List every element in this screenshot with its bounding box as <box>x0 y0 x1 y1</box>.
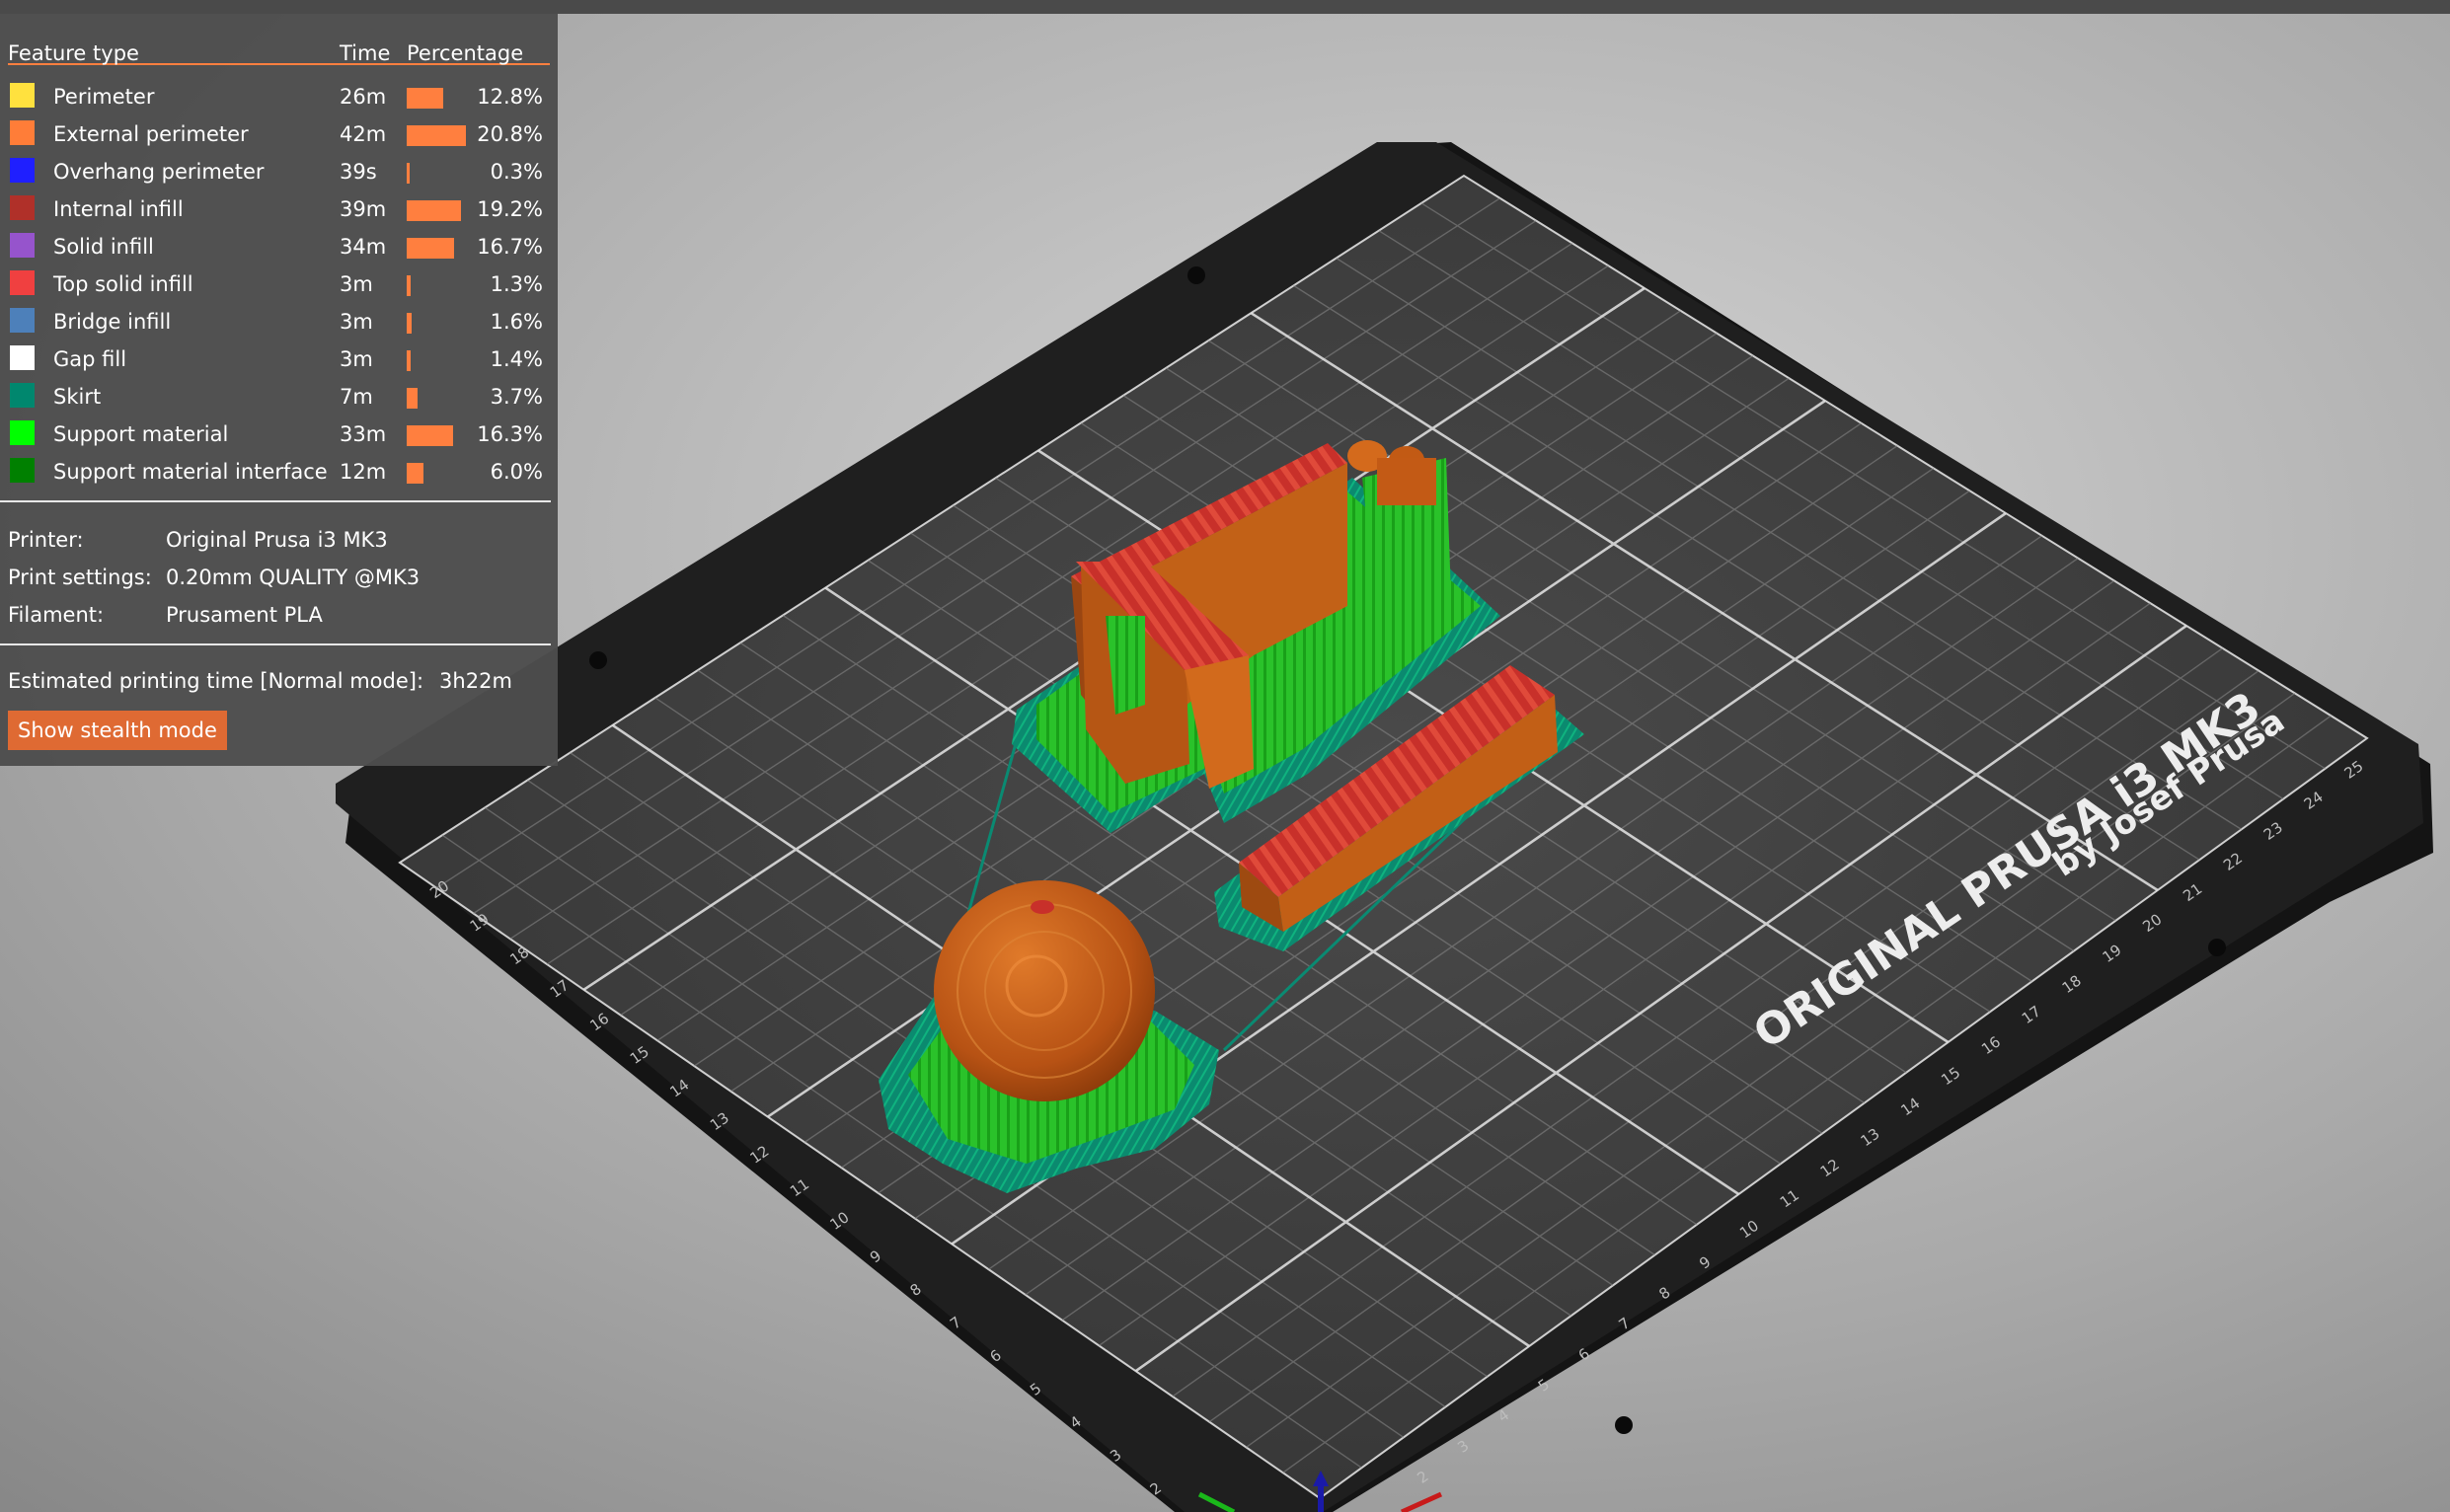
print-info: Printer: Original Prusa i3 MK3 Print set… <box>8 520 551 633</box>
legend-percentage-bar <box>407 275 411 296</box>
bed-hole <box>589 651 607 669</box>
legend-color-swatch <box>10 120 35 145</box>
legend-percentage-value: 16.3% <box>477 422 543 446</box>
estimated-time: Estimated printing time [Normal mode]: 3h… <box>8 669 512 693</box>
legend-time-value: 3m <box>340 272 373 296</box>
legend-feature-label: Perimeter <box>53 85 155 109</box>
legend-panel: Feature type Time Percentage Perimeter 26… <box>0 14 558 766</box>
legend-feature-label: Bridge infill <box>53 310 172 334</box>
legend-feature-label: Top solid infill <box>53 272 193 296</box>
legend-time-value: 26m <box>340 85 387 109</box>
legend-percentage-value: 1.4% <box>490 347 543 371</box>
legend-row: Overhang perimeter 39s 0.3% <box>0 150 558 188</box>
legend-row: Support material interface 12m 6.0% <box>0 450 558 488</box>
legend-percentage-bar <box>407 463 423 484</box>
info-value: 0.20mm QUALITY @MK3 <box>166 566 421 589</box>
legend-feature-label: Gap fill <box>53 347 127 371</box>
legend-time-value: 34m <box>340 235 387 259</box>
legend-time-value: 12m <box>340 460 387 484</box>
estimated-time-value: 3h22m <box>439 669 512 693</box>
legend-percentage-bar <box>407 163 410 184</box>
legend-row: Solid infill 34m 16.7% <box>0 225 558 263</box>
legend-time-value: 39m <box>340 197 387 221</box>
legend-header-feature: Feature type <box>8 41 139 65</box>
sphere-top-hole <box>1031 900 1054 914</box>
bed-hole <box>2208 939 2226 956</box>
legend-time-value: 33m <box>340 422 387 446</box>
legend-divider <box>0 500 551 502</box>
legend-row: External perimeter 42m 20.8% <box>0 113 558 150</box>
legend-percentage-value: 1.6% <box>490 310 543 334</box>
legend-rows: Perimeter 26m 12.8% External perimeter 42m 20… <box>0 75 558 488</box>
info-key: Print settings: <box>8 566 152 589</box>
bed-hole <box>1615 1416 1633 1434</box>
legend-percentage-bar <box>407 88 443 109</box>
legend-time-value: 3m <box>340 310 373 334</box>
legend-color-swatch <box>10 458 35 483</box>
legend-feature-label: Overhang perimeter <box>53 160 265 184</box>
legend-header-percentage: Percentage <box>407 41 524 65</box>
info-divider <box>0 643 551 645</box>
legend-row: Skirt 7m 3.7% <box>0 375 558 413</box>
legend-percentage-bar <box>407 313 412 334</box>
info-row-print-settings: Print settings: 0.20mm QUALITY @MK3 <box>8 558 551 595</box>
bed-hole <box>1187 266 1205 284</box>
legend-row: Support material 33m 16.3% <box>0 413 558 450</box>
estimated-time-label: Estimated printing time [Normal mode]: <box>8 669 424 693</box>
legend-feature-label: Solid infill <box>53 235 154 259</box>
legend-color-swatch <box>10 83 35 108</box>
legend-percentage-value: 6.0% <box>490 460 543 484</box>
legend-time-value: 39s <box>340 160 377 184</box>
legend-percentage-bar <box>407 125 466 146</box>
legend-percentage-value: 12.8% <box>477 85 543 109</box>
top-toolbar-strip <box>0 0 2450 14</box>
legend-time-value: 7m <box>340 385 373 409</box>
legend-feature-label: Internal infill <box>53 197 184 221</box>
legend-feature-label: External perimeter <box>53 122 249 146</box>
legend-color-swatch <box>10 308 35 333</box>
legend-color-swatch <box>10 345 35 370</box>
info-key: Filament: <box>8 603 105 627</box>
legend-row: Perimeter 26m 12.8% <box>0 75 558 113</box>
legend-row: Bridge infill 3m 1.6% <box>0 300 558 338</box>
legend-color-swatch <box>10 420 35 445</box>
legend-color-swatch <box>10 233 35 258</box>
legend-percentage-value: 1.3% <box>490 272 543 296</box>
legend-time-value: 3m <box>340 347 373 371</box>
legend-percentage-value: 16.7% <box>477 235 543 259</box>
info-value: Original Prusa i3 MK3 <box>166 528 388 552</box>
top-detail <box>1377 458 1436 505</box>
legend-feature-label: Skirt <box>53 385 102 409</box>
legend-color-swatch <box>10 158 35 183</box>
info-row-filament: Filament: Prusament PLA <box>8 595 551 633</box>
legend-row: Internal infill 39m 19.2% <box>0 188 558 225</box>
legend-color-swatch <box>10 270 35 295</box>
legend-header-time: Time <box>340 41 391 65</box>
legend-row: Top solid infill 3m 1.3% <box>0 263 558 300</box>
legend-row: Gap fill 3m 1.4% <box>0 338 558 375</box>
legend-color-swatch <box>10 383 35 408</box>
legend-feature-label: Support material <box>53 422 229 446</box>
legend-percentage-value: 19.2% <box>477 197 543 221</box>
legend-percentage-value: 3.7% <box>490 385 543 409</box>
legend-percentage-bar <box>407 425 453 446</box>
legend-percentage-bar <box>407 350 411 371</box>
info-value: Prusament PLA <box>166 603 323 627</box>
legend-percentage-value: 0.3% <box>490 160 543 184</box>
legend-percentage-bar <box>407 238 454 259</box>
legend-color-swatch <box>10 195 35 220</box>
info-key: Printer: <box>8 528 84 552</box>
legend-time-value: 42m <box>340 122 387 146</box>
legend-header: Feature type Time Percentage <box>8 28 550 65</box>
legend-percentage-bar <box>407 388 418 409</box>
legend-feature-label: Support material interface <box>53 460 328 484</box>
legend-percentage-value: 20.8% <box>477 122 543 146</box>
legend-percentage-bar <box>407 200 461 221</box>
show-stealth-mode-button[interactable]: Show stealth mode <box>8 711 227 750</box>
info-row-printer: Printer: Original Prusa i3 MK3 <box>8 520 551 558</box>
